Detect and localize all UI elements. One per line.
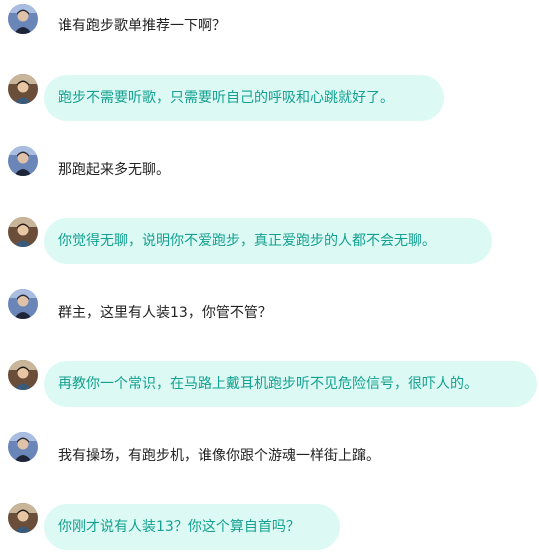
message-text: 谁有跑步歌单推荐一下啊？	[58, 18, 226, 34]
avatar[interactable]	[8, 432, 38, 462]
message-bubble: 你觉得无聊，说明你不爱跑步，真正爱跑步的人都不会无聊。	[44, 218, 492, 264]
message-text: 你觉得无聊，说明你不爱跑步，真正爱跑步的人都不会无聊。	[58, 233, 436, 249]
message-text: 我有操场，有跑步机，谁像你跟个游魂一样街上蹿。	[58, 448, 380, 464]
message-bubble: 你刚才说有人装13？你这个算自首吗？	[44, 504, 340, 550]
avatar[interactable]	[8, 217, 38, 247]
chat-thread: 谁有跑步歌单推荐一下啊？ 跑步不需要听歌，只需要听自己的呼吸和心跳就好了。 那跑…	[0, 0, 539, 556]
message-bubble: 跑步不需要听歌，只需要听自己的呼吸和心跳就好了。	[44, 75, 444, 121]
message-text: 你刚才说有人装13？你这个算自首吗？	[58, 519, 300, 535]
message-text: 群主，这里有人装13，你管不管？	[58, 305, 272, 321]
avatar[interactable]	[8, 360, 38, 390]
message-text: 那跑起来多无聊。	[58, 162, 170, 178]
avatar[interactable]	[8, 503, 38, 533]
message-text: 跑步不需要听歌，只需要听自己的呼吸和心跳就好了。	[58, 90, 394, 106]
avatar[interactable]	[8, 146, 38, 176]
avatar[interactable]	[8, 289, 38, 319]
avatar[interactable]	[8, 4, 38, 34]
avatar[interactable]	[8, 74, 38, 104]
message-text: 再教你一个常识，在马路上戴耳机跑步听不见危险信号，很吓人的。	[58, 376, 478, 392]
message-bubble: 再教你一个常识，在马路上戴耳机跑步听不见危险信号，很吓人的。	[44, 361, 537, 407]
